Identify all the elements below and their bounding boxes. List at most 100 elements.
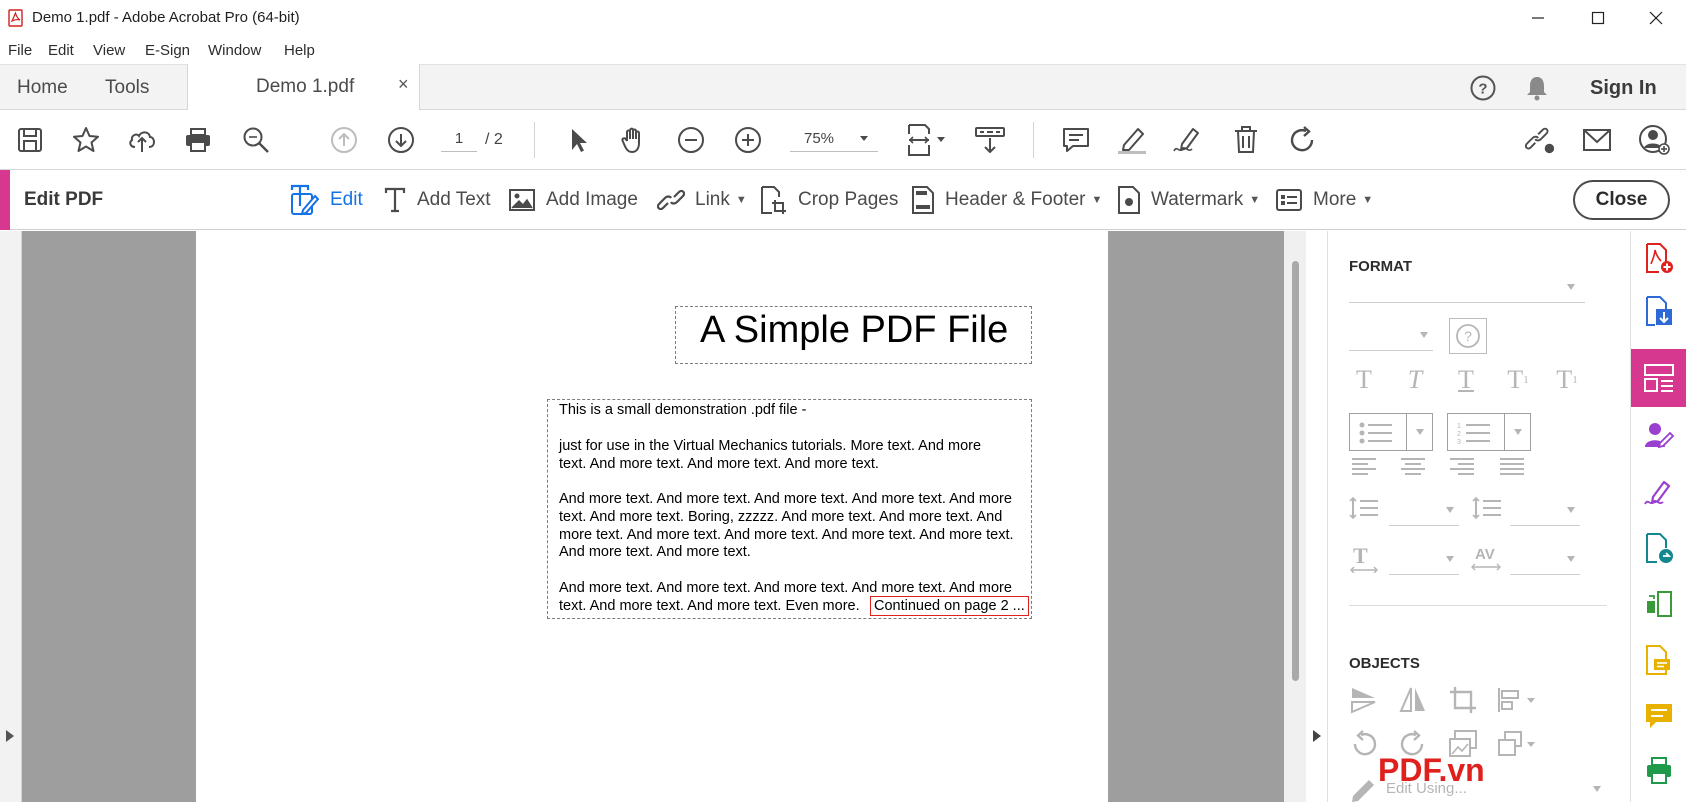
print-production-icon[interactable] <box>1642 753 1676 787</box>
menu-edit[interactable]: Edit <box>48 42 74 59</box>
tab-document[interactable]: Demo 1.pdf × <box>187 64 420 111</box>
dropdown-underline <box>1510 574 1580 575</box>
superscript-icon[interactable]: T1 <box>1503 365 1533 395</box>
character-spacing-dropdown[interactable] <box>1510 545 1580 575</box>
font-size-dropdown[interactable] <box>1349 319 1433 351</box>
zoom-out-icon[interactable] <box>675 124 707 156</box>
comment-bubble-icon[interactable] <box>1642 699 1676 733</box>
add-text-button[interactable]: Add Text <box>383 184 491 216</box>
line-spacing-icon <box>1349 496 1379 520</box>
text-italic-icon[interactable]: T <box>1400 365 1430 395</box>
dropdown-underline <box>1349 302 1585 303</box>
zoom-search-icon[interactable] <box>240 124 272 156</box>
bullet-list-dropdown[interactable] <box>1349 413 1433 451</box>
close-window-button[interactable] <box>1626 0 1686 36</box>
more-button[interactable]: More ▼ <box>1275 184 1373 216</box>
comment-pdf-icon[interactable] <box>1642 643 1676 677</box>
crop-icon[interactable] <box>1448 685 1478 715</box>
align-right-icon[interactable] <box>1449 456 1475 476</box>
fill-sign-pen-icon[interactable] <box>1172 124 1204 156</box>
arrange-objects-icon[interactable] <box>1496 729 1538 759</box>
read-mode-icon[interactable] <box>974 124 1006 156</box>
minimize-button[interactable] <box>1508 0 1568 36</box>
select-arrow-icon[interactable] <box>562 124 594 156</box>
organize-pages-icon[interactable] <box>1642 587 1676 621</box>
previous-page-icon[interactable] <box>328 124 360 156</box>
align-justify-icon[interactable] <box>1499 456 1525 476</box>
page-number-input[interactable]: 1 <box>441 130 477 152</box>
numbered-list-dropdown[interactable]: 123 <box>1447 413 1531 451</box>
header-footer-page-icon <box>911 185 935 215</box>
flip-horizontal-icon[interactable] <box>1398 685 1428 715</box>
menu-file[interactable]: File <box>8 42 32 59</box>
document-tab-label: Demo 1.pdf <box>256 76 355 97</box>
expand-left-panel-icon[interactable] <box>4 729 16 743</box>
notifications-bell-icon[interactable] <box>1524 74 1550 102</box>
zoom-in-icon[interactable] <box>732 124 764 156</box>
collapse-panel-arrow-icon[interactable] <box>1311 729 1323 743</box>
page-fit-icon[interactable] <box>904 124 952 156</box>
font-help-icon[interactable]: ? <box>1449 318 1487 354</box>
export-pdf-icon[interactable] <box>1642 294 1676 328</box>
body-line: text. And more text. Boring, zzzzz. And … <box>559 509 1003 525</box>
paragraph-spacing-icon <box>1472 496 1502 520</box>
align-center-icon[interactable] <box>1400 456 1426 476</box>
highlight-pen-icon[interactable] <box>1116 124 1148 156</box>
subscript-icon[interactable]: T1 <box>1552 365 1582 395</box>
edit-using-pencil-icon[interactable] <box>1349 774 1379 802</box>
edit-tool-button[interactable]: Edit <box>290 184 363 216</box>
rotate-counterclockwise-icon[interactable] <box>1349 729 1379 759</box>
edit-pdf-rail-icon[interactable] <box>1642 361 1676 395</box>
flip-vertical-icon[interactable] <box>1349 685 1379 715</box>
upload-cloud-icon[interactable] <box>126 124 158 156</box>
menu-window[interactable]: Window <box>208 42 261 59</box>
horizontal-scale-dropdown[interactable] <box>1389 545 1459 575</box>
align-left-icon[interactable] <box>1351 456 1377 476</box>
paragraph-spacing-dropdown[interactable] <box>1510 496 1580 526</box>
scrollbar-thumb[interactable] <box>1292 261 1299 681</box>
menu-esign[interactable]: E-Sign <box>145 42 190 59</box>
sign-in-link[interactable]: Sign In <box>1590 77 1657 100</box>
comment-icon[interactable] <box>1060 124 1092 156</box>
close-tab-icon[interactable]: × <box>398 74 409 95</box>
link-button[interactable]: Link ▼ <box>657 184 747 216</box>
redo-rotate-icon[interactable] <box>1287 124 1319 156</box>
share-link-icon[interactable] <box>1524 124 1556 156</box>
help-icon[interactable]: ? <box>1469 74 1497 102</box>
menu-view[interactable]: View <box>93 42 125 59</box>
dropdown-divider <box>1504 414 1505 450</box>
tab-home[interactable]: Home <box>17 77 68 99</box>
font-family-dropdown[interactable] <box>1349 271 1585 303</box>
chevron-down-icon <box>1445 555 1455 563</box>
tab-tools[interactable]: Tools <box>105 77 149 99</box>
vertical-scrollbar[interactable] <box>1284 231 1306 802</box>
watermark-page-icon <box>1117 185 1141 215</box>
link-chain-icon <box>657 186 685 214</box>
request-signature-icon[interactable] <box>1642 419 1676 453</box>
delete-trash-icon[interactable] <box>1230 124 1262 156</box>
menu-help[interactable]: Help <box>284 42 315 59</box>
hand-tool-icon[interactable] <box>618 124 650 156</box>
line-spacing-dropdown[interactable] <box>1389 496 1459 526</box>
fill-and-sign-icon[interactable] <box>1642 476 1676 510</box>
maximize-button[interactable] <box>1568 0 1628 36</box>
close-edit-button[interactable]: Close <box>1573 180 1670 220</box>
save-icon[interactable] <box>14 124 46 156</box>
send-for-review-icon[interactable] <box>1642 531 1676 565</box>
share-user-icon[interactable] <box>1638 124 1670 156</box>
print-icon[interactable] <box>182 124 214 156</box>
create-pdf-icon[interactable] <box>1642 241 1676 275</box>
header-footer-button[interactable]: Header & Footer ▼ <box>911 184 1102 216</box>
bookmark-star-icon[interactable] <box>70 124 102 156</box>
add-image-button[interactable]: Add Image <box>508 184 638 216</box>
watermark-button[interactable]: Watermark ▼ <box>1117 184 1260 216</box>
zoom-select[interactable]: 75% <box>790 130 878 152</box>
crop-pages-button[interactable]: Crop Pages <box>760 184 898 216</box>
align-objects-icon[interactable] <box>1496 685 1538 715</box>
text-bold-icon[interactable]: T <box>1349 365 1379 395</box>
text-underline-icon[interactable]: T <box>1451 365 1481 395</box>
email-envelope-icon[interactable] <box>1581 124 1613 156</box>
continued-link-box[interactable]: Continued on page 2 ... <box>870 596 1029 616</box>
next-page-icon[interactable] <box>385 124 417 156</box>
svg-text:AV: AV <box>1475 546 1495 563</box>
